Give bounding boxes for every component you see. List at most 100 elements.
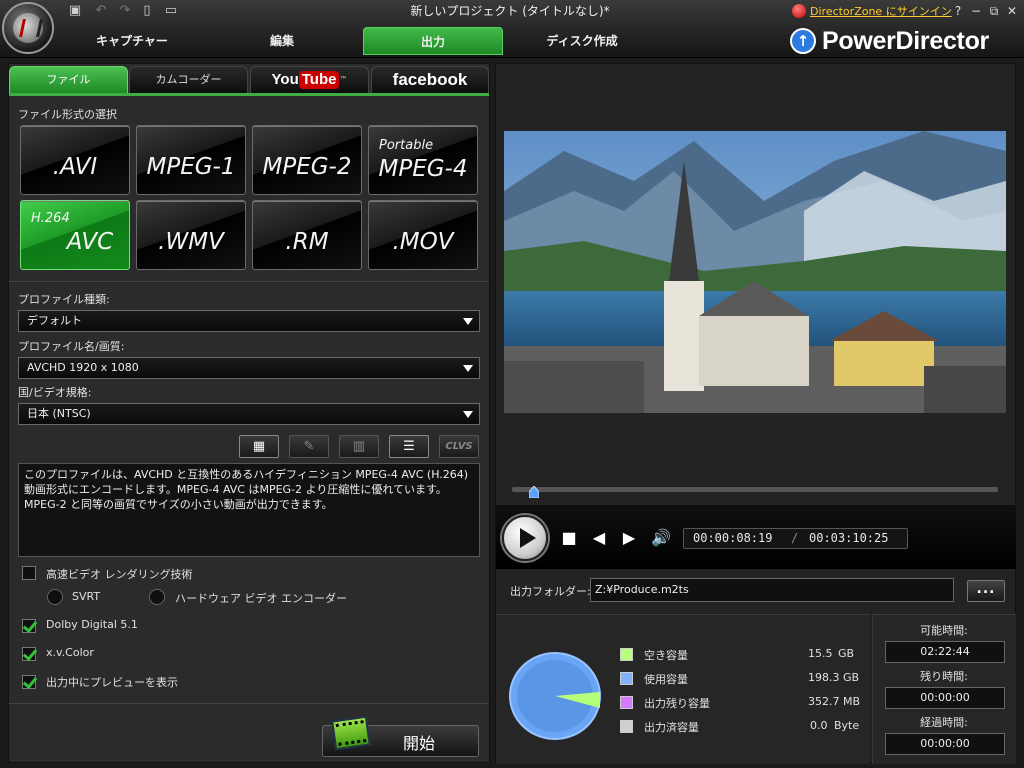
- format-mov-button[interactable]: .MOV: [368, 200, 478, 270]
- remaining-output-swatch: [620, 696, 633, 709]
- output-done-unit: Byte: [834, 719, 860, 732]
- tab-produce[interactable]: 出力: [363, 27, 503, 55]
- browse-button[interactable]: ...: [967, 580, 1005, 602]
- save-icon[interactable]: ▣: [66, 3, 84, 19]
- subtab-camcorder[interactable]: カムコーダー: [129, 66, 248, 94]
- undo-icon[interactable]: ↶: [92, 3, 110, 19]
- format-mpeg1-button[interactable]: MPEG-1: [136, 125, 246, 195]
- start-button[interactable]: 開始: [322, 715, 479, 757]
- profile-type-select[interactable]: デフォルト: [18, 310, 480, 332]
- fast-render-label: 高速ビデオ レンダリング技術: [46, 568, 193, 581]
- tab-capture[interactable]: キャプチャー: [62, 27, 202, 55]
- profile-name-label: プロファイル名/画質:: [18, 340, 125, 353]
- available-time-label: 可能時間:: [920, 624, 968, 637]
- open-folder-icon[interactable]: ▭: [162, 3, 180, 19]
- trash-icon: ▥: [352, 439, 366, 454]
- xvcolor-label: x.v.Color: [46, 646, 94, 659]
- format-label: MPEG-2: [262, 154, 352, 180]
- subtab-file[interactable]: ファイル: [9, 66, 128, 94]
- directorzone-icon: [792, 4, 806, 18]
- profile-name-value: AVCHD 1920 x 1080: [27, 361, 139, 374]
- new-project-icon[interactable]: ▯: [138, 3, 156, 19]
- disk-usage-pie: [509, 652, 601, 740]
- free-space-unit: GB: [838, 647, 855, 660]
- remaining-time-label: 残り時間:: [920, 670, 968, 683]
- output-folder-input[interactable]: Z:¥Produce.m2ts: [590, 578, 954, 602]
- remaining-output-label: 出力残り容量: [644, 697, 710, 710]
- format-mpeg2-button[interactable]: MPEG-2: [252, 125, 362, 195]
- available-time-value: 02:22:44: [885, 641, 1005, 663]
- used-space-value: 198.3: [808, 671, 840, 684]
- dolby-checkbox[interactable]: [22, 619, 36, 633]
- slider-handle[interactable]: [528, 485, 540, 499]
- delete-profile-button[interactable]: ▥: [339, 435, 379, 458]
- total-time: 00:03:10:25: [809, 531, 889, 545]
- pencil-icon: ✎: [303, 439, 315, 454]
- free-space-label: 空き容量: [644, 649, 688, 662]
- tab-edit[interactable]: 編集: [212, 27, 352, 55]
- youtube-tm: ™: [339, 75, 348, 84]
- format-avi-button[interactable]: .AVI: [20, 125, 130, 195]
- close-icon[interactable]: ✕: [1004, 4, 1020, 18]
- play-button[interactable]: [502, 515, 548, 561]
- remaining-output-value: 352.7: [808, 695, 840, 708]
- format-label: .WMV: [158, 229, 224, 255]
- video-preview: [504, 131, 1006, 413]
- new-profile-icon: ▦: [252, 439, 266, 454]
- format-label: MPEG-4: [378, 156, 468, 182]
- free-space-swatch: [620, 648, 633, 661]
- profile-type-value: デフォルト: [27, 314, 82, 327]
- chevron-down-icon: [463, 365, 473, 372]
- elapsed-time-value: 00:00:00: [885, 733, 1005, 755]
- format-label: AVC: [66, 229, 114, 255]
- clvs-button[interactable]: CLVS: [439, 435, 479, 458]
- subtab-underline: [9, 93, 489, 96]
- format-section-label: ファイル形式の選択: [18, 108, 117, 121]
- redo-icon[interactable]: ↷: [116, 3, 134, 19]
- format-mpeg4-button[interactable]: Portable MPEG-4: [368, 125, 478, 195]
- format-avc-button[interactable]: H.264 AVC: [20, 200, 130, 270]
- director-chair-icon: [13, 13, 43, 43]
- country-label: 国/ビデオ規格:: [18, 386, 92, 399]
- output-done-label: 出力済容量: [644, 721, 699, 734]
- slider-handle-icon: [528, 485, 540, 499]
- used-space-label: 使用容量: [644, 673, 688, 686]
- youtube-logo-text: You: [271, 71, 299, 88]
- svrt-radio[interactable]: [47, 589, 63, 605]
- country-value: 日本 (NTSC): [27, 407, 91, 420]
- previous-frame-icon[interactable]: ◀: [588, 527, 610, 549]
- preview-checkbox[interactable]: [22, 675, 36, 689]
- subtab-facebook[interactable]: facebook: [371, 66, 489, 94]
- tab-create-disc[interactable]: ディスク作成: [512, 27, 652, 55]
- hw-encoder-radio[interactable]: [149, 589, 165, 605]
- profile-name-select[interactable]: AVCHD 1920 x 1080: [18, 357, 480, 379]
- chevron-down-icon: [463, 411, 473, 418]
- directorzone-link[interactable]: DirectorZone にサインイン: [810, 3, 952, 19]
- directorzone-signin[interactable]: DirectorZone にサインイン: [792, 2, 952, 20]
- restore-icon[interactable]: ⧉: [986, 4, 1002, 18]
- app-menu-button[interactable]: [2, 2, 54, 54]
- profile-details-button[interactable]: ☰: [389, 435, 429, 458]
- facebook-logo-text: facebook: [392, 70, 468, 89]
- minimize-icon[interactable]: −: [968, 4, 984, 18]
- dolby-label: Dolby Digital 5.1: [46, 618, 138, 631]
- volume-icon[interactable]: 🔊: [650, 527, 672, 549]
- elapsed-time-label: 経過時間:: [920, 716, 968, 729]
- format-label: .RM: [285, 229, 329, 255]
- country-select[interactable]: 日本 (NTSC): [18, 403, 480, 425]
- edit-profile-button[interactable]: ✎: [289, 435, 329, 458]
- upgrade-arrow-icon[interactable]: ↑: [790, 28, 816, 54]
- timecode-display: 00:00:08:19 / 00:03:10:25: [683, 528, 908, 549]
- format-label: .AVI: [52, 154, 98, 180]
- stop-icon[interactable]: ■: [558, 527, 580, 549]
- timeline-slider[interactable]: [512, 487, 998, 492]
- next-frame-icon[interactable]: ▶: [618, 527, 640, 549]
- help-icon[interactable]: ?: [950, 4, 966, 18]
- subtab-youtube[interactable]: You Tube ™: [250, 66, 369, 94]
- fast-render-checkbox[interactable]: [22, 566, 36, 580]
- xvcolor-checkbox[interactable]: [22, 647, 36, 661]
- used-space-swatch: [620, 672, 633, 685]
- new-profile-button[interactable]: ▦: [239, 435, 279, 458]
- format-rm-button[interactable]: .RM: [252, 200, 362, 270]
- format-wmv-button[interactable]: .WMV: [136, 200, 246, 270]
